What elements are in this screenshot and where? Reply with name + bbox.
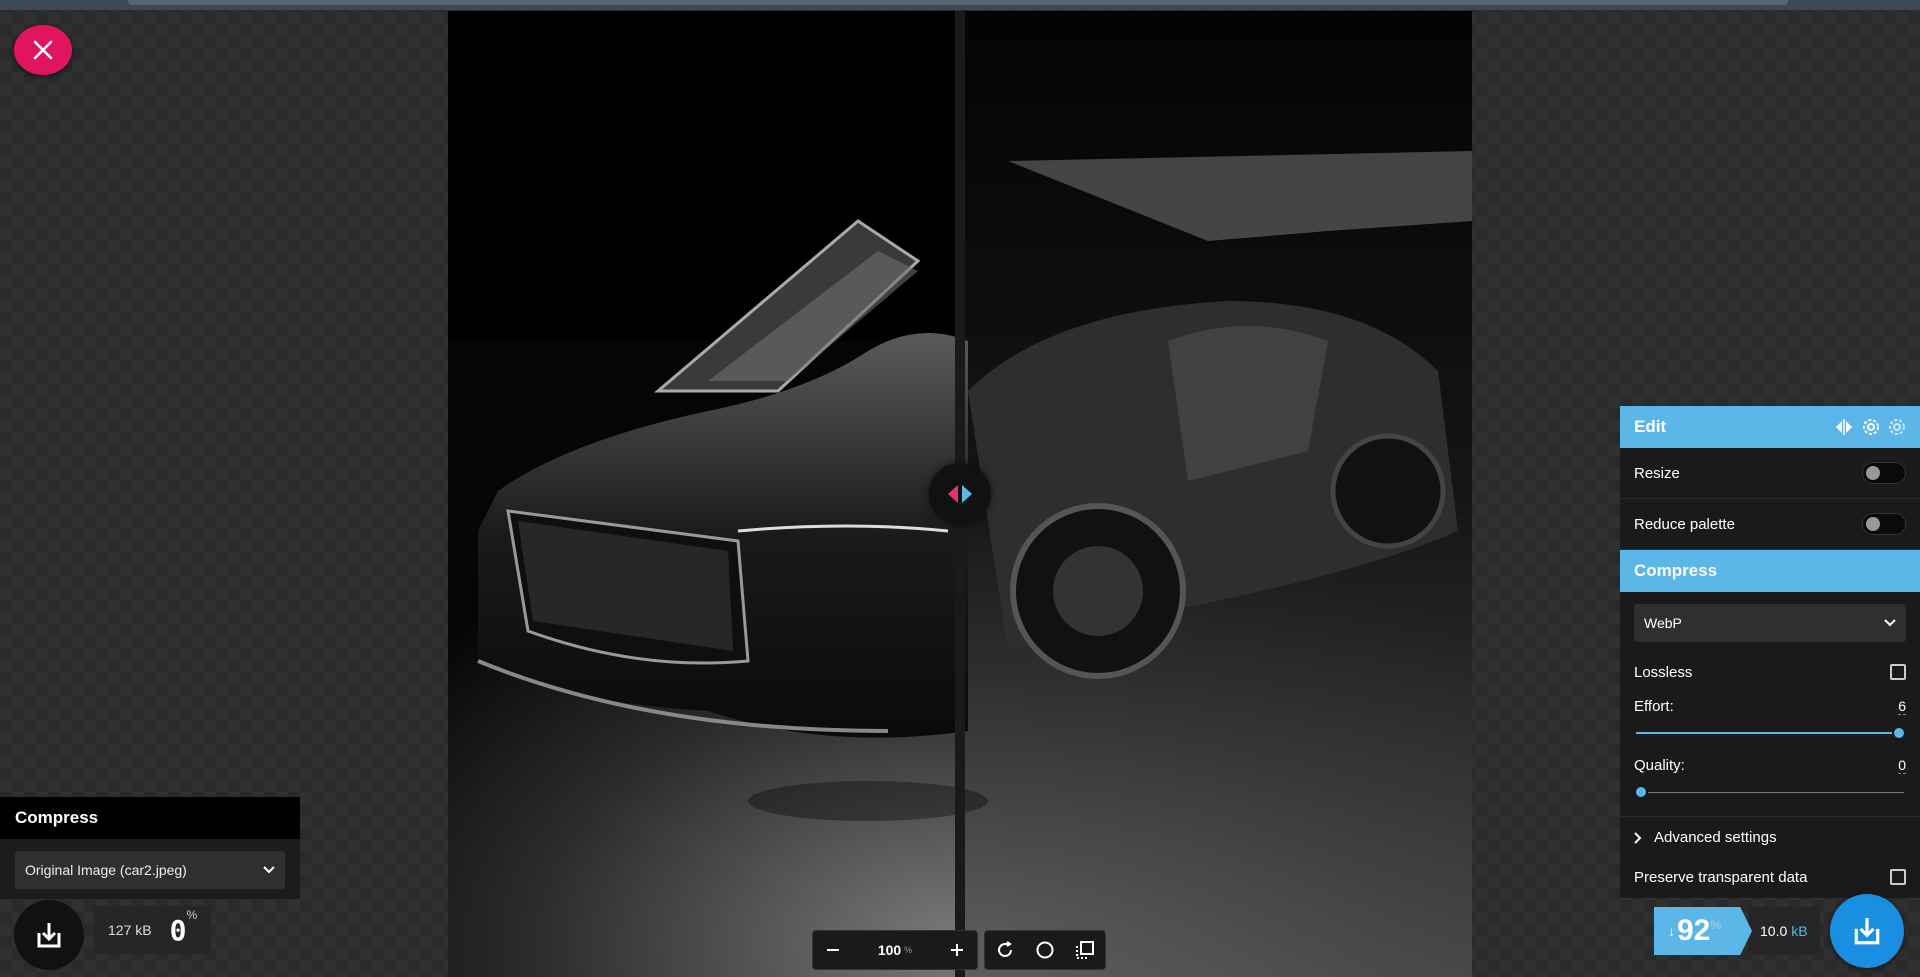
download-icon — [1854, 918, 1879, 945]
zoom-out-button[interactable] — [813, 931, 853, 969]
format-select-value: WebP — [1644, 615, 1682, 631]
resize-row: Resize — [1620, 448, 1920, 499]
compressed-size-box: 10.0 kB — [1748, 907, 1820, 955]
quality-label: Quality: — [1634, 757, 1685, 774]
zoom-in-button[interactable] — [937, 931, 977, 969]
compress-header: Compress — [1620, 550, 1920, 592]
original-percent: 0 — [169, 913, 187, 947]
right-settings-panel: Edit Resize Reduce palette Compress WebP… — [1620, 406, 1920, 898]
original-image-select-value: Original Image (car2.jpeg) — [25, 862, 187, 878]
download-icon — [37, 923, 61, 948]
original-image-select[interactable]: Original Image (car2.jpeg) — [15, 851, 285, 889]
original-size-box: 127 kB 0% — [94, 906, 212, 954]
download-original-button[interactable] — [14, 900, 84, 970]
quality-slider-thumb[interactable] — [1634, 785, 1648, 799]
chevron-right-icon — [1634, 831, 1642, 844]
savings-percent: 92 — [1677, 914, 1711, 947]
lossless-checkbox[interactable] — [1890, 664, 1906, 680]
effort-row: Effort: 6 — [1620, 690, 1920, 749]
circle-icon — [1036, 941, 1054, 959]
savings-arrow: ↓ — [1668, 923, 1675, 939]
close-button[interactable] — [14, 25, 72, 75]
reduce-palette-row: Reduce palette — [1620, 499, 1920, 550]
effort-slider[interactable] — [1634, 723, 1906, 743]
resize-label: Resize — [1634, 464, 1680, 482]
side-by-side-button[interactable] — [1065, 931, 1105, 969]
compare-slider-handle[interactable] — [929, 463, 991, 525]
left-panel-header: Compress — [0, 797, 300, 839]
advanced-settings-label: Advanced settings — [1654, 829, 1777, 846]
minus-icon — [827, 949, 839, 951]
lossless-row: Lossless — [1620, 654, 1920, 690]
download-compressed-button[interactable] — [1829, 894, 1904, 968]
effort-value[interactable]: 6 — [1898, 698, 1906, 715]
rotate-button[interactable] — [985, 931, 1025, 969]
zoom-value: 100 — [877, 942, 902, 958]
compressed-size-unit: kB — [1791, 923, 1808, 939]
rotate-icon — [998, 941, 1012, 957]
chevron-down-icon — [263, 866, 275, 874]
reduce-palette-label: Reduce palette — [1634, 515, 1735, 533]
savings-percent-symbol: % — [1710, 918, 1722, 932]
advanced-settings-toggle[interactable]: Advanced settings — [1620, 816, 1920, 858]
compressed-size-value: 10.0 — [1760, 923, 1788, 939]
settings-plus-icon[interactable] — [1888, 418, 1906, 436]
chevron-down-icon — [1884, 619, 1896, 627]
compare-arrows-icon[interactable] — [1834, 419, 1854, 435]
left-compress-panel: Compress Original Image (car2.jpeg) — [0, 797, 300, 899]
edit-header: Edit — [1620, 406, 1920, 448]
quality-slider[interactable] — [1634, 782, 1906, 802]
view-tools-group — [984, 930, 1106, 970]
close-icon — [33, 40, 53, 60]
zoom-value-input[interactable]: 100% — [853, 931, 937, 969]
left-footer: 127 kB 0% — [14, 900, 212, 970]
effort-label: Effort: — [1634, 698, 1674, 715]
quality-row: Quality: 0 — [1620, 749, 1920, 808]
effort-slider-thumb[interactable] — [1892, 726, 1906, 740]
edit-title: Edit — [1634, 417, 1667, 436]
format-select[interactable]: WebP — [1634, 604, 1906, 642]
browser-top-strip — [0, 0, 1920, 10]
right-footer: ↓ 92 % 10.0 kB — [1654, 894, 1904, 968]
compress-title: Compress — [1634, 561, 1718, 580]
savings-badge: ↓ 92 % — [1654, 907, 1752, 955]
original-percent-symbol: % — [186, 907, 198, 922]
preserve-transparent-checkbox[interactable] — [1890, 869, 1906, 885]
arrow-right-icon — [962, 485, 972, 503]
copy-layers-icon — [1076, 941, 1094, 959]
preserve-transparent-label: Preserve transparent data — [1634, 868, 1808, 886]
plus-icon — [951, 944, 963, 956]
top-tab-strip — [128, 0, 1788, 5]
settings-icon[interactable] — [1862, 418, 1880, 436]
arrow-left-icon — [948, 485, 958, 503]
zoom-group: 100% — [812, 930, 978, 970]
background-toggle-button[interactable] — [1025, 931, 1065, 969]
lossless-label: Lossless — [1634, 663, 1693, 681]
original-size-unit: kB — [135, 922, 152, 938]
resize-toggle[interactable] — [1862, 462, 1906, 484]
reduce-palette-toggle[interactable] — [1862, 513, 1906, 535]
zoom-controls: 100% — [812, 930, 1106, 970]
preserve-transparent-row: Preserve transparent data — [1620, 858, 1920, 896]
zoom-unit: % — [904, 945, 913, 955]
quality-value[interactable]: 0 — [1898, 757, 1906, 774]
original-size-value: 127 — [108, 922, 132, 938]
